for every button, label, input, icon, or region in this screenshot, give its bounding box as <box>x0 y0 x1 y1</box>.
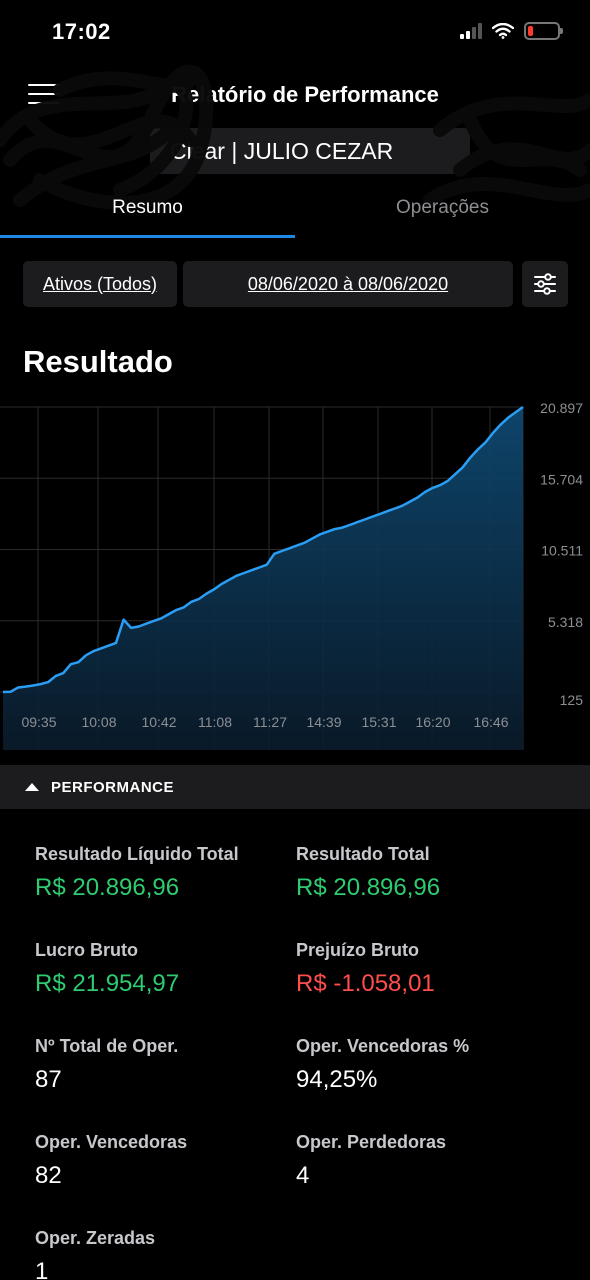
metric-value: R$ -1.058,01 <box>296 970 435 997</box>
status-icons <box>460 22 563 40</box>
chart-x-tick-label: 11:27 <box>253 714 287 730</box>
tab-operacoes[interactable]: Operações <box>295 182 590 238</box>
chart-x-tick-label: 14:39 <box>306 714 341 730</box>
date-range-button[interactable]: 08/06/2020 à 08/06/2020 <box>183 261 513 307</box>
account-label: Clear | JULIO CEZAR <box>170 138 394 164</box>
filter-settings-button[interactable] <box>522 261 568 307</box>
chart-x-tick-label: 10:42 <box>141 714 176 730</box>
metric-value: 4 <box>296 1162 310 1189</box>
metric-value: R$ 20.896,96 <box>35 874 180 901</box>
sliders-icon <box>534 273 556 295</box>
result-chart-svg: 20.897 15.704 10.511 5.318 125 09:35 10:08 10:… <box>0 400 584 750</box>
metric-lucro-bruto: Lucro Bruto R$ 21.954,97 <box>35 940 295 998</box>
metric-label: Oper. Vencedoras <box>35 1132 188 1152</box>
metric-value: 1 <box>35 1258 49 1280</box>
metric-label: Lucro Bruto <box>35 940 138 960</box>
page-title: Relatório de Performance <box>171 82 439 107</box>
metric-total-operacoes: Nº Total de Oper. 87 <box>35 1036 295 1094</box>
metric-prejuizo-bruto: Prejuízo Bruto R$ -1.058,01 <box>296 940 556 998</box>
metric-label: Oper. Zeradas <box>35 1228 156 1248</box>
cellular-signal-icon <box>460 23 482 39</box>
assets-filter-button[interactable]: Ativos (Todos) <box>23 261 177 307</box>
metric-value: 94,25% <box>296 1066 378 1093</box>
metric-label: Oper. Vencedoras % <box>296 1036 470 1056</box>
chart-y-tick-label: 20.897 <box>540 400 583 416</box>
metric-value: R$ 20.896,96 <box>296 874 441 901</box>
metric-label: Resultado Total <box>296 844 430 864</box>
chart-x-tick-label: 10:08 <box>81 714 116 730</box>
performance-label: PERFORMANCE <box>51 778 175 796</box>
metric-perdedoras: Oper. Perdedoras 4 <box>296 1132 556 1190</box>
chart-x-tick-label: 16:46 <box>473 714 508 730</box>
chart-y-tick-label: 5.318 <box>548 614 583 630</box>
performance-toggle[interactable]: PERFORMANCE <box>0 765 590 809</box>
metric-value: 87 <box>35 1066 62 1093</box>
chart-y-tick-label: 15.704 <box>540 471 583 487</box>
chart-x-tick-label: 16:20 <box>415 714 450 730</box>
metric-value: 82 <box>35 1162 62 1189</box>
metric-label: Nº Total de Oper. <box>35 1036 179 1056</box>
caret-up-icon <box>25 783 39 791</box>
result-chart: 20.897 15.704 10.511 5.318 125 09:35 10:08 10:… <box>0 395 590 755</box>
wifi-icon <box>492 23 514 39</box>
status-bar: 17:02 <box>0 0 590 64</box>
metric-resultado-liquido: Resultado Líquido Total R$ 20.896,96 <box>35 844 295 902</box>
tab-active-indicator <box>0 235 295 238</box>
metric-vencedoras: Oper. Vencedoras 82 <box>35 1132 295 1190</box>
section-title: Resultado <box>23 344 173 379</box>
metric-vencedoras-pct: Oper. Vencedoras % 94,25% <box>296 1036 556 1094</box>
filter-row: Ativos (Todos) 08/06/2020 à 08/06/2020 <box>0 261 590 307</box>
chart-area-fill <box>3 407 523 750</box>
metric-label: Oper. Perdedoras <box>296 1132 447 1152</box>
metric-label: Resultado Líquido Total <box>35 844 239 864</box>
metric-label: Prejuízo Bruto <box>296 940 420 960</box>
chart-x-tick-label: 15:31 <box>361 714 396 730</box>
battery-icon <box>524 22 563 40</box>
tab-resumo[interactable]: Resumo <box>0 182 295 238</box>
chart-y-tick-label: 125 <box>560 692 584 708</box>
chart-x-tick-label: 09:35 <box>21 714 56 730</box>
tab-bar: Resumo Operações <box>0 182 590 238</box>
status-time: 17:02 <box>52 19 111 44</box>
metric-zeradas: Oper. Zeradas 1 <box>35 1228 295 1280</box>
metric-resultado-total: Resultado Total R$ 20.896,96 <box>296 844 556 902</box>
chart-x-tick-label: 11:08 <box>198 714 232 730</box>
metric-value: R$ 21.954,97 <box>35 970 180 997</box>
chart-y-tick-label: 10.511 <box>541 543 583 559</box>
